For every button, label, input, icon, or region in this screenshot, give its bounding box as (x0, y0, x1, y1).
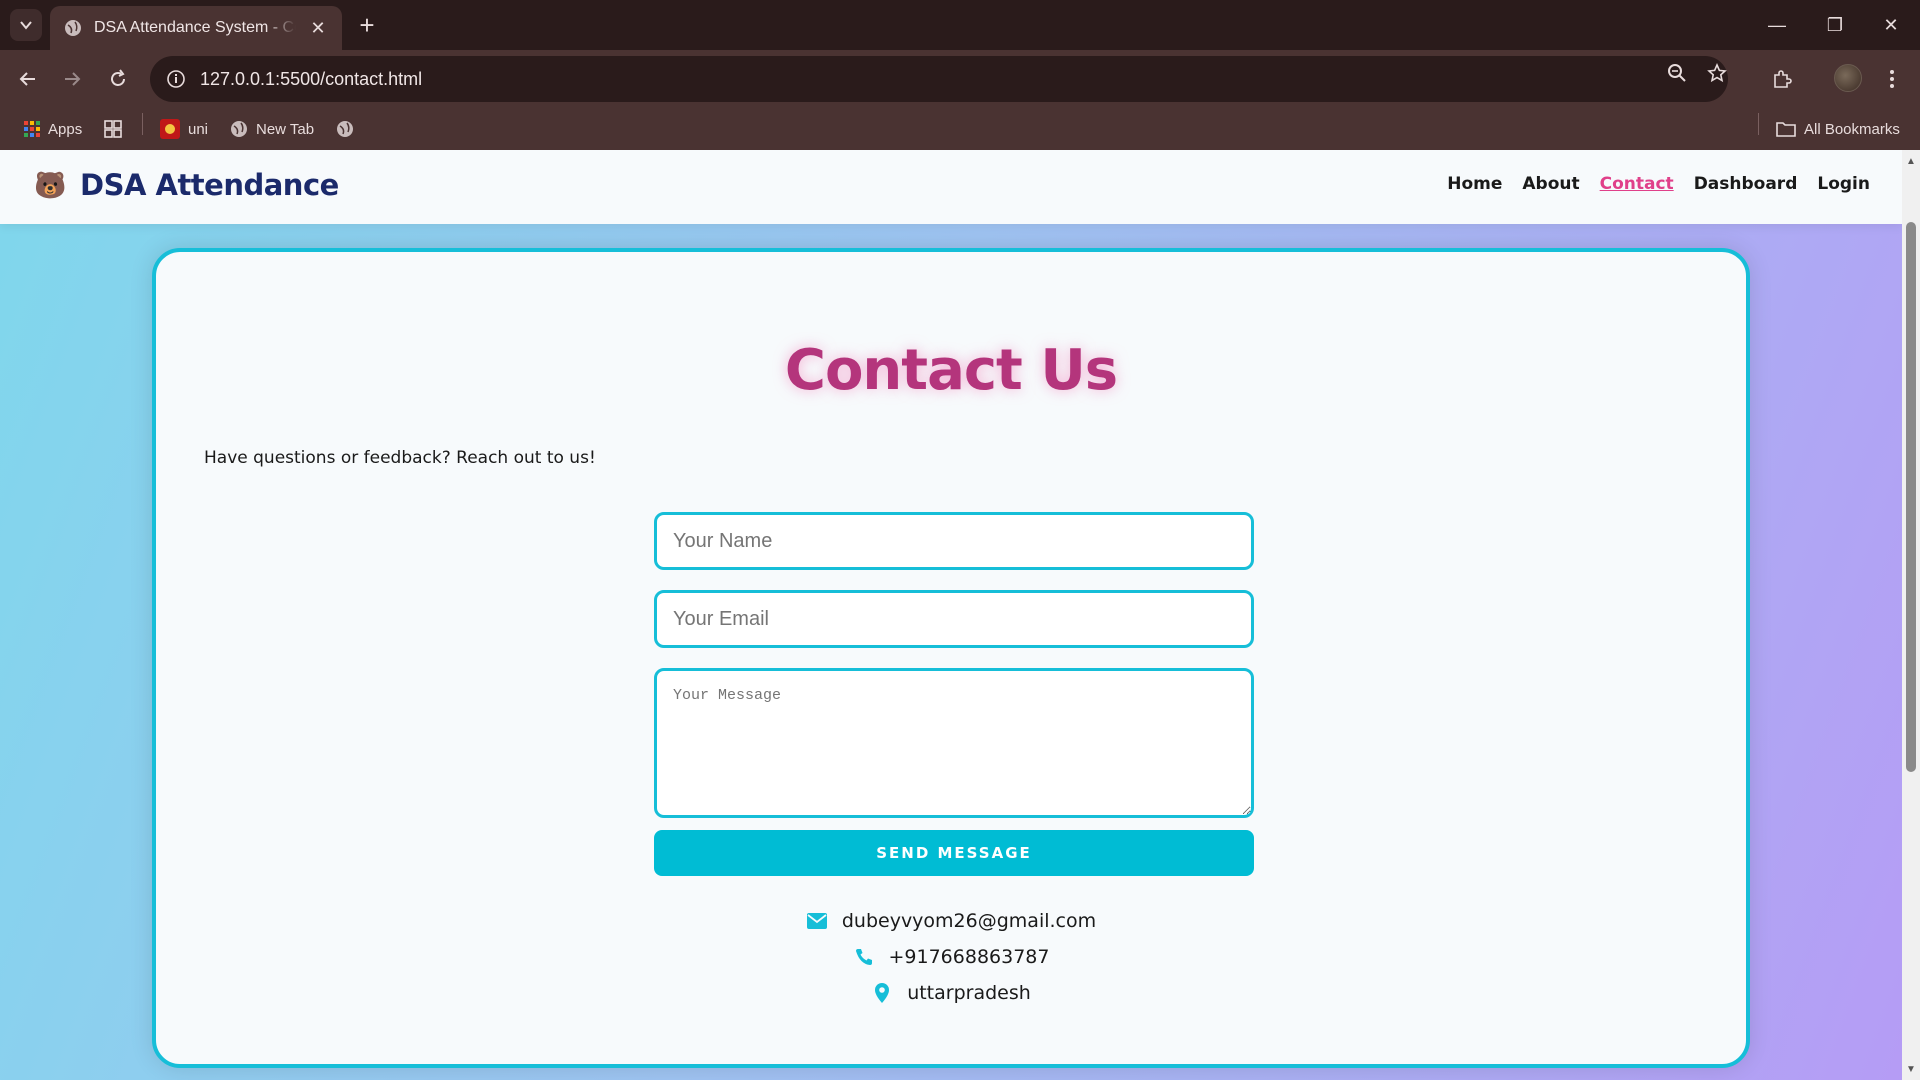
zoom-button[interactable] (1662, 58, 1692, 88)
site-navbar: 🐻 DSA Attendance Home About Contact Dash… (0, 150, 1902, 224)
profile-avatar[interactable] (1834, 64, 1862, 92)
site-info-icon[interactable] (166, 69, 186, 89)
envelope-icon (806, 910, 828, 932)
bookmark-apps[interactable]: Apps (24, 108, 82, 150)
browser-tab[interactable]: DSA Attendance System - Contact ✕ (50, 6, 342, 50)
arrow-left-icon (19, 72, 35, 86)
tab-strip: DSA Attendance System - Contact ✕ + — ❐ … (0, 0, 1920, 50)
bookmark-star-button[interactable] (1702, 58, 1732, 88)
brand-title: DSA Attendance (80, 168, 339, 202)
nav-about-link[interactable]: About (1522, 174, 1579, 194)
message-textarea[interactable] (654, 668, 1254, 818)
contact-email-row: dubeyvyom26@gmail.com (156, 910, 1746, 932)
nav-home-link[interactable]: Home (1447, 174, 1502, 194)
contact-location: uttarpradesh (907, 982, 1031, 1004)
all-bookmarks-label: All Bookmarks (1804, 120, 1900, 138)
scroll-down-arrow-icon[interactable]: ▼ (1904, 1062, 1918, 1076)
minimize-button[interactable]: — (1748, 0, 1806, 50)
send-message-button[interactable]: SEND MESSAGE (654, 830, 1254, 876)
extensions-button[interactable] (1766, 63, 1798, 95)
contact-subtext: Have questions or feedback? Reach out to… (204, 448, 596, 468)
tab-title: DSA Attendance System - Contact (94, 19, 296, 36)
globe-icon (231, 121, 247, 137)
scrollbar-thumb[interactable] (1906, 222, 1916, 772)
tab-groups-icon (104, 120, 122, 138)
tab-search-button[interactable] (10, 9, 42, 41)
bookmark-label: Apps (48, 120, 83, 138)
globe-icon (65, 20, 81, 36)
forward-button[interactable] (56, 63, 88, 95)
bear-logo-icon: 🐻 (34, 170, 67, 200)
all-bookmarks-button[interactable]: All Bookmarks (1776, 108, 1900, 150)
bookmark-separator (142, 113, 143, 135)
bookmark-tab-groups[interactable] (104, 108, 122, 150)
bookmarks-bar: Apps uni New Tab All Bookmarks (0, 108, 1920, 150)
bookmark-label: uni (188, 120, 209, 138)
folder-icon (1776, 122, 1796, 137)
close-tab-icon[interactable]: ✕ (308, 18, 328, 38)
map-pin-icon (871, 982, 893, 1004)
star-icon (1707, 63, 1727, 83)
bookmark-separator (1758, 113, 1759, 135)
globe-icon (337, 121, 353, 137)
contact-email[interactable]: dubeyvyom26@gmail.com (842, 910, 1096, 932)
email-input[interactable] (654, 590, 1254, 648)
new-tab-button[interactable]: + (352, 10, 382, 40)
url-text[interactable]: 127.0.0.1:5500/contact.html (200, 69, 422, 90)
contact-card: Contact Us Have questions or feedback? R… (152, 248, 1750, 1068)
back-button[interactable] (12, 63, 44, 95)
site-brand[interactable]: 🐻 DSA Attendance (34, 168, 339, 202)
reload-button[interactable] (102, 63, 134, 95)
nav-links: Home About Contact Dashboard Login (1447, 174, 1870, 194)
contact-location-row: uttarpradesh (156, 982, 1746, 1004)
bookmark-globe[interactable] (336, 108, 354, 150)
restore-button[interactable]: ❐ (1806, 0, 1864, 50)
uni-favicon (160, 119, 180, 139)
bookmark-label: New Tab (256, 120, 315, 138)
menu-button[interactable] (1876, 63, 1908, 95)
nav-contact-link[interactable]: Contact (1600, 174, 1674, 194)
page-viewport: 🐻 DSA Attendance Home About Contact Dash… (0, 150, 1902, 1080)
close-window-button[interactable]: ✕ (1862, 0, 1920, 50)
nav-dashboard-link[interactable]: Dashboard (1694, 174, 1798, 194)
contact-phone[interactable]: +917668863787 (889, 946, 1050, 968)
browser-toolbar: 127.0.0.1:5500/contact.html (0, 50, 1920, 108)
arrow-right-icon (65, 72, 81, 86)
contact-phone-row: +917668863787 (156, 946, 1746, 968)
bookmark-uni[interactable]: uni (160, 108, 208, 150)
zoom-icon (1668, 64, 1686, 82)
name-input[interactable] (654, 512, 1254, 570)
chevron-down-icon (20, 21, 32, 30)
page-title: Contact Us (784, 338, 1118, 403)
nav-login-link[interactable]: Login (1817, 174, 1870, 194)
kebab-menu-icon (1890, 70, 1894, 88)
bookmark-new-tab[interactable]: New Tab (230, 108, 314, 150)
address-bar[interactable]: 127.0.0.1:5500/contact.html (150, 56, 1728, 102)
apps-grid-icon (24, 121, 40, 137)
reload-icon (111, 69, 125, 86)
scroll-up-arrow-icon[interactable]: ▲ (1904, 154, 1918, 168)
phone-icon (853, 946, 875, 968)
puzzle-icon (1774, 70, 1792, 88)
